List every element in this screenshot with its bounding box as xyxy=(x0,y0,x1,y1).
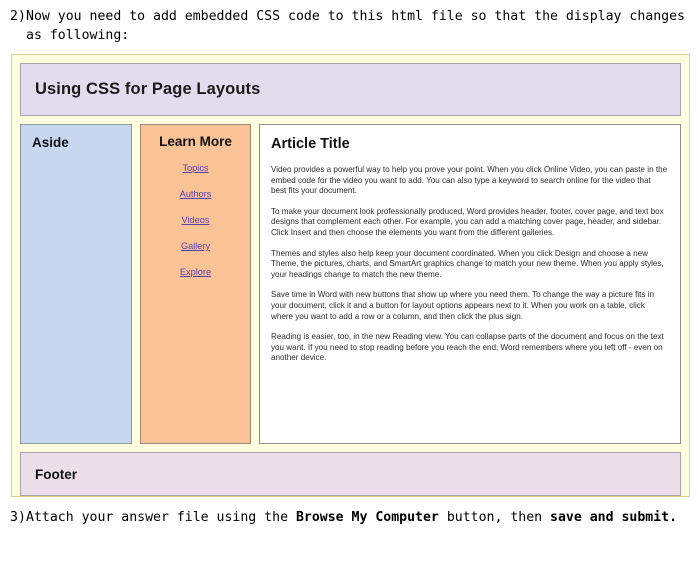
layout-nav-label: Learn More xyxy=(159,134,232,149)
instruction-step-3-number: 3) xyxy=(10,510,26,525)
nav-link-explore[interactable]: Explore xyxy=(180,267,211,277)
article-title: Article Title xyxy=(271,136,350,152)
article-paragraph: To make your document look professionall… xyxy=(271,206,664,237)
article-paragraph: Themes and styles also help keep your do… xyxy=(271,248,664,279)
list-item: Gallery xyxy=(141,236,250,254)
layout-nav-link-list: Topics Authors Videos Gallery Explore xyxy=(141,158,250,280)
layout-footer-label: Footer xyxy=(35,466,77,482)
layout-middle-row: Aside Learn More Topics Authors Videos G… xyxy=(20,124,681,444)
instruction-step-2-number: 2) xyxy=(10,9,26,24)
layout-article-block: Article Title Video provides a powerful … xyxy=(259,124,681,444)
list-item: Authors xyxy=(141,184,250,202)
instruction-step-3: 3) Attach your answer file using the Bro… xyxy=(0,497,700,527)
nav-link-videos[interactable]: Videos xyxy=(182,215,210,225)
layout-aside-block: Aside xyxy=(20,124,132,444)
instruction-step-3-text: Attach your answer file using the Browse… xyxy=(26,508,700,527)
layout-aside-label: Aside xyxy=(32,135,69,150)
nav-link-topics[interactable]: Topics xyxy=(182,163,208,173)
nav-link-authors[interactable]: Authors xyxy=(180,189,212,199)
instruction-step-2-text: Now you need to add embedded CSS code to… xyxy=(26,9,685,43)
list-item: Topics xyxy=(141,158,250,176)
instruction-step-3-prefix: Attach your answer file using the xyxy=(26,510,296,525)
article-paragraph: Save time in Word with new buttons that … xyxy=(271,290,655,321)
layout-nav-block: Learn More Topics Authors Videos Gallery… xyxy=(140,124,251,444)
layout-footer-block: Footer xyxy=(20,452,681,496)
article-paragraph: Reading is easier, too, in the new Readi… xyxy=(271,332,664,363)
layout-header-title: Using CSS for Page Layouts xyxy=(35,80,261,98)
save-and-submit-label: save and submit. xyxy=(550,510,678,525)
nav-link-gallery[interactable]: Gallery xyxy=(181,241,210,251)
instruction-step-3-middle: button, then xyxy=(438,510,551,525)
layout-header-block: Using CSS for Page Layouts xyxy=(20,63,681,116)
article-paragraph: Video provides a powerful way to help yo… xyxy=(271,165,668,196)
instruction-step-2: 2) Now you need to add embedded CSS code… xyxy=(0,0,700,45)
list-item: Explore xyxy=(141,262,250,280)
list-item: Videos xyxy=(141,210,250,228)
page-layout-demo-container: Using CSS for Page Layouts Aside Learn M… xyxy=(11,54,690,497)
browse-my-computer-button-label: Browse My Computer xyxy=(295,510,439,525)
